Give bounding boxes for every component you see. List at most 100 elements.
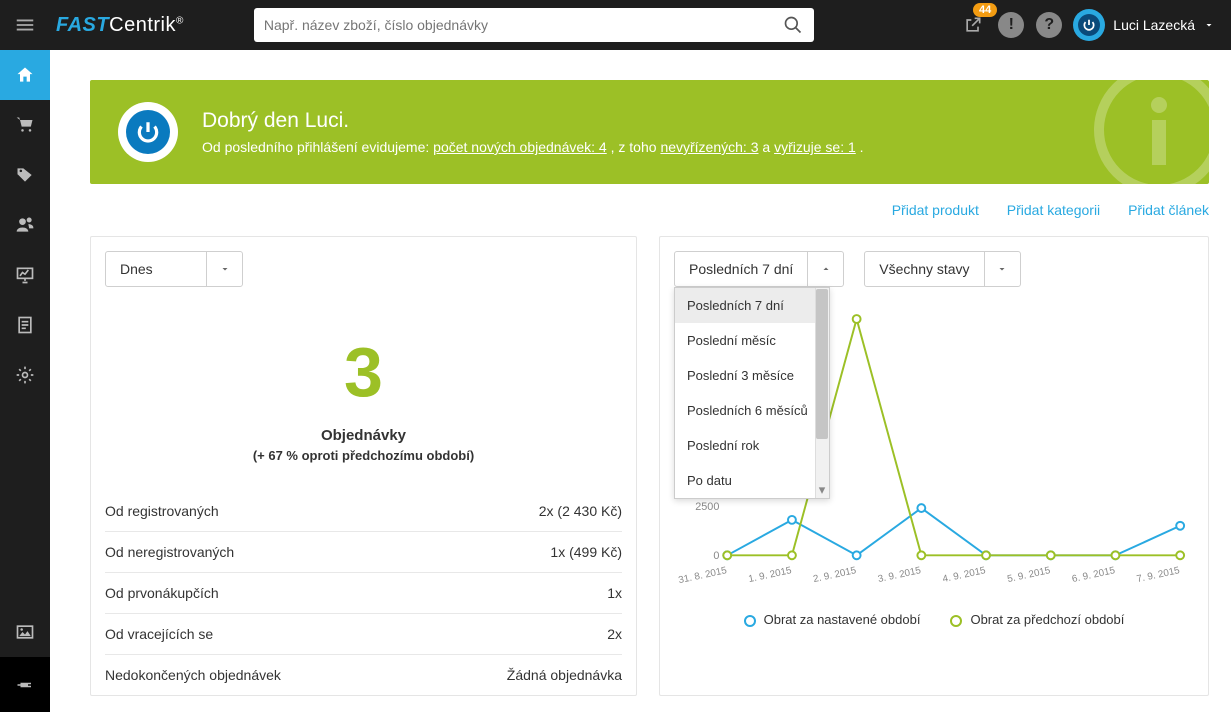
sidebar	[0, 0, 50, 712]
processing-orders-link[interactable]: vyřizuje se: 1	[774, 139, 856, 155]
svg-text:4. 9. 2015: 4. 9. 2015	[942, 565, 988, 585]
external-link-button[interactable]: 44	[959, 11, 987, 39]
dropdown-option[interactable]: Poslední rok	[675, 428, 829, 463]
hamburger-icon	[14, 14, 36, 36]
svg-text:2. 9. 2015: 2. 9. 2015	[812, 565, 858, 585]
dropdown-option[interactable]: Poslední měsíc	[675, 323, 829, 358]
svg-text:6. 9. 2015: 6. 9. 2015	[1071, 565, 1117, 585]
welcome-banner: Dobrý den Luci. Od posledního přihlášení…	[90, 80, 1209, 184]
sidebar-item-analytics[interactable]	[0, 250, 50, 300]
chevron-down-icon	[206, 252, 242, 286]
alerts-button[interactable]: !	[997, 11, 1025, 39]
stat-value: Žádná objednávka	[507, 667, 622, 683]
chevron-down-icon	[1203, 19, 1215, 31]
sidebar-item-exit[interactable]	[0, 657, 50, 712]
user-name: Luci Lazecká	[1113, 17, 1195, 33]
stat-label: Od registrovaných	[105, 503, 219, 519]
svg-text:7. 9. 2015: 7. 9. 2015	[1136, 565, 1182, 585]
welcome-summary: Od posledního přihlášení evidujeme: poče…	[202, 139, 864, 155]
orders-label: Objednávky	[91, 427, 636, 444]
dropdown-option[interactable]: Posledních 7 dní	[675, 288, 829, 323]
right-period-select[interactable]: Posledních 7 dní	[674, 251, 844, 287]
stat-value: 2x (2 430 Kč)	[539, 503, 622, 519]
search-icon[interactable]	[782, 14, 804, 36]
info-deco-icon	[1069, 80, 1209, 184]
legend-current: Obrat za nastavené období	[744, 612, 921, 627]
dropdown-option[interactable]: Po datu	[675, 463, 829, 498]
help-icon: ?	[1036, 12, 1062, 38]
new-orders-link[interactable]: počet nových objednávek: 4	[433, 139, 607, 155]
brand-logo: FASTCentrik®	[56, 14, 184, 37]
notifications-badge: 44	[973, 3, 997, 17]
plug-icon	[16, 676, 34, 694]
chevron-up-icon	[807, 252, 843, 286]
stat-row: Od vracejících se 2x	[105, 613, 622, 654]
stat-label: Od prvonákupčích	[105, 585, 219, 601]
pending-orders-link[interactable]: nevyřízených: 3	[660, 139, 758, 155]
stat-value: 2x	[607, 626, 622, 642]
tag-icon	[15, 165, 35, 185]
user-menu[interactable]: Luci Lazecká	[1073, 9, 1215, 41]
stat-row: Od neregistrovaných 1x (499 Kč)	[105, 531, 622, 572]
svg-text:0: 0	[713, 550, 719, 562]
search-box[interactable]	[254, 8, 814, 42]
user-avatar	[1073, 9, 1105, 41]
dropdown-option[interactable]: Poslední 3 měsíce	[675, 358, 829, 393]
menu-toggle-button[interactable]	[0, 0, 50, 50]
image-icon	[15, 622, 35, 642]
turnover-chart-panel: Posledních 7 dní Všechny stavy Posledníc…	[659, 236, 1209, 696]
stat-value: 1x (499 Kč)	[550, 544, 622, 560]
main-content: Dobrý den Luci. Od posledního přihlášení…	[50, 0, 1231, 712]
add-product-link[interactable]: Přidat produkt	[892, 202, 979, 218]
welcome-title: Dobrý den Luci.	[202, 109, 864, 133]
presentation-icon	[15, 265, 35, 285]
stat-label: Nedokončených objednávek	[105, 667, 281, 683]
svg-text:2500: 2500	[695, 501, 719, 513]
stat-row: Od registrovaných 2x (2 430 Kč)	[105, 503, 622, 531]
power-icon	[1082, 18, 1096, 32]
add-category-link[interactable]: Přidat kategorii	[1007, 202, 1100, 218]
topbar: FASTCentrik® 44 ! ?	[0, 0, 1231, 50]
left-period-select[interactable]: Dnes	[105, 251, 243, 287]
svg-text:5. 9. 2015: 5. 9. 2015	[1006, 565, 1052, 585]
external-link-icon	[963, 15, 983, 35]
sidebar-item-media[interactable]	[0, 607, 50, 657]
quick-links: Přidat produkt Přidat kategorii Přidat č…	[50, 202, 1209, 218]
stat-label: Od vracejících se	[105, 626, 213, 642]
stat-row: Nedokončených objednávek Žádná objednávka	[105, 654, 622, 695]
svg-text:3. 9. 2015: 3. 9. 2015	[877, 565, 923, 585]
welcome-logo	[118, 102, 178, 162]
right-state-select[interactable]: Všechny stavy	[864, 251, 1020, 287]
scroll-down-icon[interactable]: ▾	[816, 483, 828, 497]
gear-icon	[15, 365, 35, 385]
sidebar-item-cart[interactable]	[0, 100, 50, 150]
sidebar-item-content[interactable]	[0, 300, 50, 350]
scrollbar-thumb[interactable]	[816, 289, 828, 439]
dropdown-option[interactable]: Posledních 6 měsíců	[675, 393, 829, 428]
document-icon	[15, 315, 35, 335]
orders-summary-panel: Dnes 3 Objednávky (+ 67 % oproti předcho…	[90, 236, 637, 696]
sidebar-item-home[interactable]	[0, 50, 50, 100]
cart-icon	[15, 115, 35, 135]
stat-label: Od neregistrovaných	[105, 544, 234, 560]
stat-row: Od prvonákupčích 1x	[105, 572, 622, 613]
chart-legend: Obrat za nastavené období Obrat za předc…	[678, 612, 1190, 627]
stat-value: 1x	[607, 585, 622, 601]
power-icon	[135, 119, 161, 145]
sidebar-item-settings[interactable]	[0, 350, 50, 400]
alert-icon: !	[998, 12, 1024, 38]
svg-text:31. 8. 2015: 31. 8. 2015	[678, 565, 728, 586]
chevron-down-icon	[984, 252, 1020, 286]
period-dropdown: Posledních 7 dníPoslední měsícPoslední 3…	[674, 287, 830, 499]
orders-count: 3	[91, 337, 636, 407]
home-icon	[15, 65, 35, 85]
add-article-link[interactable]: Přidat článek	[1128, 202, 1209, 218]
legend-previous: Obrat za předchozí období	[950, 612, 1124, 627]
sidebar-item-tag[interactable]	[0, 150, 50, 200]
help-button[interactable]: ?	[1035, 11, 1063, 39]
users-icon	[15, 215, 35, 235]
svg-text:1. 9. 2015: 1. 9. 2015	[748, 565, 794, 585]
orders-delta: (+ 67 % oproti předchozímu období)	[91, 448, 636, 463]
search-input[interactable]	[264, 17, 782, 33]
sidebar-item-users[interactable]	[0, 200, 50, 250]
